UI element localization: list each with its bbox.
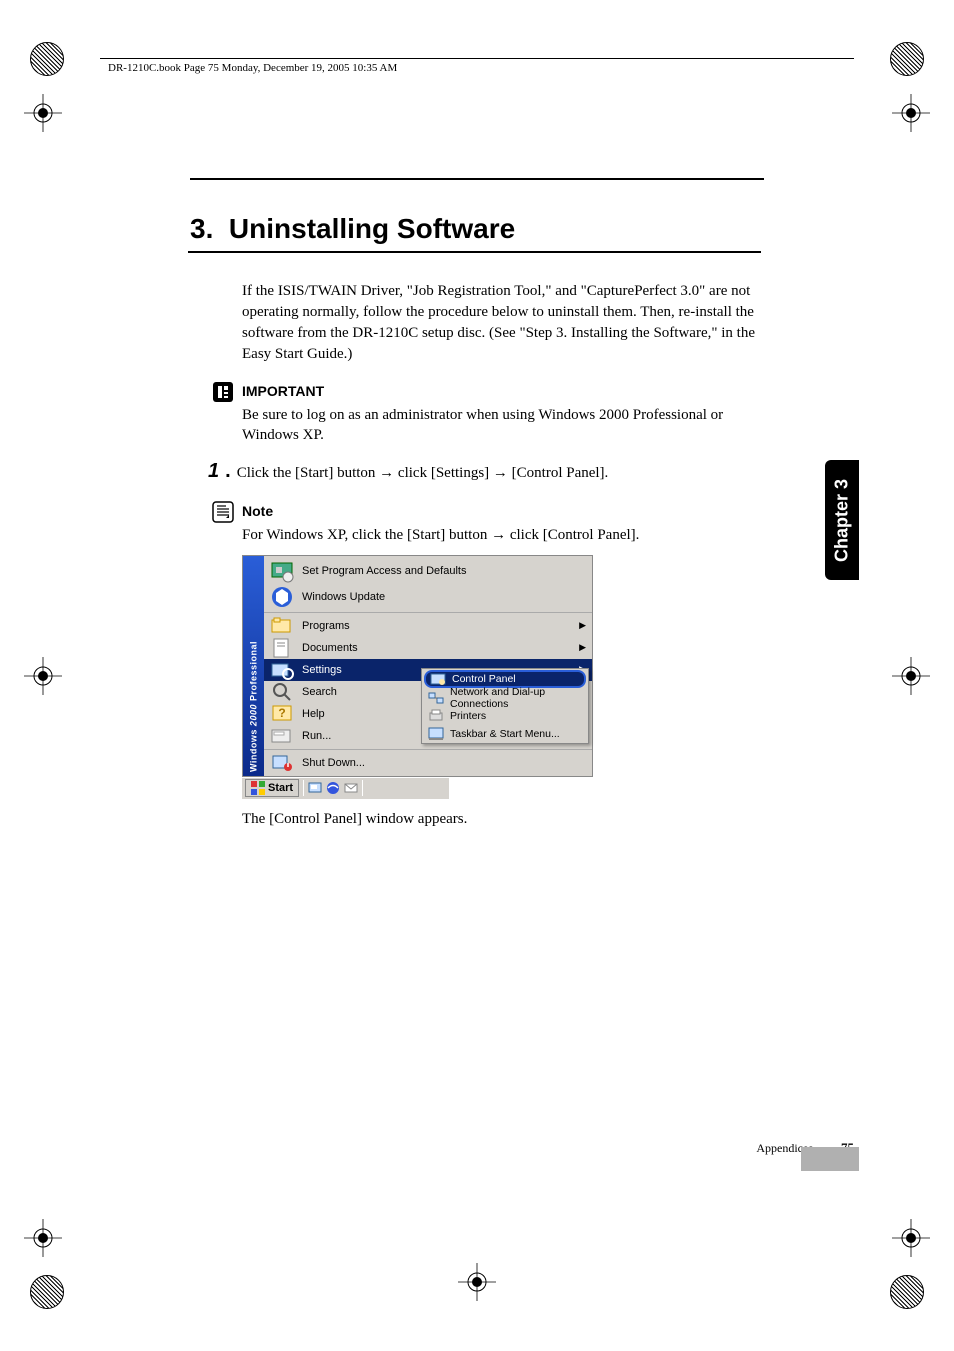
documents-icon [270, 636, 294, 660]
step-dot: . [225, 460, 231, 483]
print-mark-circle [890, 1275, 924, 1309]
menu-separator [264, 749, 592, 750]
shutdown-icon [270, 751, 294, 775]
taskbar-icon [428, 726, 444, 742]
registration-mark [24, 94, 62, 132]
page-header-text: DR-1210C.book Page 75 Monday, December 1… [108, 62, 397, 74]
quicklaunch-ie-icon[interactable] [326, 781, 340, 795]
start-menu-sidebar: Windows 2000 Professional [243, 556, 264, 776]
svg-text:?: ? [278, 706, 285, 720]
menu-item-program-access[interactable]: Set Program Access and Defaults [264, 558, 592, 584]
step-text-c: [Control Panel]. [508, 465, 608, 481]
menu-label: Shut Down... [302, 757, 365, 769]
taskbar-divider [303, 780, 304, 796]
important-body: Be sure to log on as an administrator wh… [242, 405, 760, 446]
note-body: For Windows XP, click the [Start] button… [242, 525, 760, 545]
submenu-label: Printers [450, 710, 486, 722]
submenu-item-taskbar[interactable]: Taskbar & Start Menu... [422, 725, 588, 743]
printers-icon [428, 708, 444, 724]
arrow-icon: → [493, 464, 508, 481]
menu-label: Settings [302, 664, 342, 676]
menu-label: Set Program Access and Defaults [302, 565, 466, 577]
header-rule [100, 58, 854, 59]
arrow-icon: → [491, 526, 506, 543]
menu-item-programs[interactable]: Programs ▶ [264, 615, 592, 637]
registration-mark [24, 657, 62, 695]
taskbar-divider [362, 780, 363, 796]
quicklaunch-desktop-icon[interactable] [308, 781, 322, 795]
intro-paragraph: If the ISIS/TWAIN Driver, "Job Registrat… [242, 281, 760, 365]
note-label: Note [242, 503, 273, 519]
note-icon [212, 501, 234, 523]
footer-thumb-block [801, 1147, 859, 1171]
submenu-label: Control Panel [452, 673, 516, 685]
quicklaunch-outlook-icon[interactable] [344, 781, 358, 795]
after-screenshot-text: The [Control Panel] window appears. [242, 809, 760, 830]
menu-label: Windows Update [302, 591, 385, 603]
submenu-arrow-icon: ▶ [579, 620, 586, 631]
programs-icon [270, 614, 294, 638]
important-icon [212, 381, 234, 403]
menu-label: Programs [302, 620, 350, 632]
control-panel-icon [430, 671, 446, 687]
search-icon [270, 680, 294, 704]
step-text-a: Click the [Start] button [237, 465, 379, 481]
registration-mark [24, 1219, 62, 1257]
submenu-item-network[interactable]: Network and Dial-up Connections [422, 689, 588, 707]
menu-separator [264, 612, 592, 613]
start-button[interactable]: Start [245, 779, 299, 797]
submenu-label: Taskbar & Start Menu... [450, 728, 560, 740]
step-number: 1 [208, 460, 219, 483]
menu-item-documents[interactable]: Documents ▶ [264, 637, 592, 659]
note-body-b: click [Control Panel]. [506, 527, 639, 543]
section-number: 3. [190, 213, 213, 244]
section-title: 3. Uninstalling Software [190, 213, 760, 245]
settings-submenu: Control Panel Network and Dial-up Connec… [421, 668, 589, 744]
arrow-icon: → [379, 464, 394, 481]
registration-mark [892, 657, 930, 695]
step-text: Click the [Start] button → click [Settin… [237, 464, 609, 482]
run-icon [270, 724, 294, 748]
menu-label: Search [302, 686, 337, 698]
step-text-b: click [Settings] [394, 465, 493, 481]
submenu-label: Network and Dial-up Connections [450, 686, 582, 710]
settings-icon [270, 658, 294, 682]
print-mark-circle [30, 1275, 64, 1309]
section-underline [188, 251, 761, 253]
print-mark-circle [890, 42, 924, 76]
important-label: IMPORTANT [242, 383, 324, 399]
print-mark-circle [30, 42, 64, 76]
menu-label: Run... [302, 730, 331, 742]
help-icon: ? [270, 702, 294, 726]
menu-item-windows-update[interactable]: Windows Update [264, 584, 592, 610]
taskbar: Start [242, 777, 449, 799]
start-button-label: Start [268, 782, 293, 794]
menu-item-shutdown[interactable]: Shut Down... [264, 752, 592, 774]
windows-logo-icon [251, 781, 265, 795]
start-menu-screenshot: Windows 2000 Professional Set Program Ac… [242, 555, 760, 799]
registration-mark [892, 1219, 930, 1257]
program-access-icon [270, 559, 294, 583]
menu-label: Help [302, 708, 325, 720]
network-icon [428, 690, 444, 706]
submenu-arrow-icon: ▶ [579, 642, 586, 653]
page-footer: Appendices 75 [190, 1140, 854, 1156]
windows-update-icon [270, 585, 294, 609]
registration-mark [458, 1263, 496, 1301]
section-title-text: Uninstalling Software [229, 213, 515, 244]
menu-label: Documents [302, 642, 358, 654]
note-body-a: For Windows XP, click the [Start] button [242, 527, 491, 543]
chapter-tab: Chapter 3 [825, 460, 859, 580]
registration-mark [892, 94, 930, 132]
